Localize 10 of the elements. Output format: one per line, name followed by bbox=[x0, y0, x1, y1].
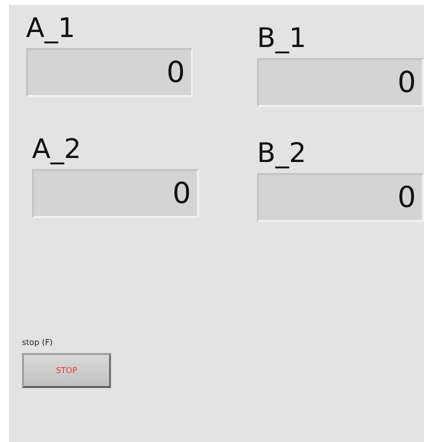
stop-button[interactable]: STOP bbox=[22, 353, 111, 388]
numeric-indicator: 0 bbox=[32, 169, 199, 218]
numeric-indicator: 0 bbox=[257, 173, 424, 222]
indicator-label: B_2 bbox=[257, 137, 306, 171]
indicator-label: B_1 bbox=[257, 22, 306, 56]
indicator-label: A_1 bbox=[26, 12, 76, 46]
button-label: stop (F) bbox=[22, 338, 53, 348]
numeric-indicator: 0 bbox=[257, 58, 424, 107]
numeric-indicator: 0 bbox=[26, 48, 193, 97]
indicator-label: A_2 bbox=[32, 133, 82, 167]
